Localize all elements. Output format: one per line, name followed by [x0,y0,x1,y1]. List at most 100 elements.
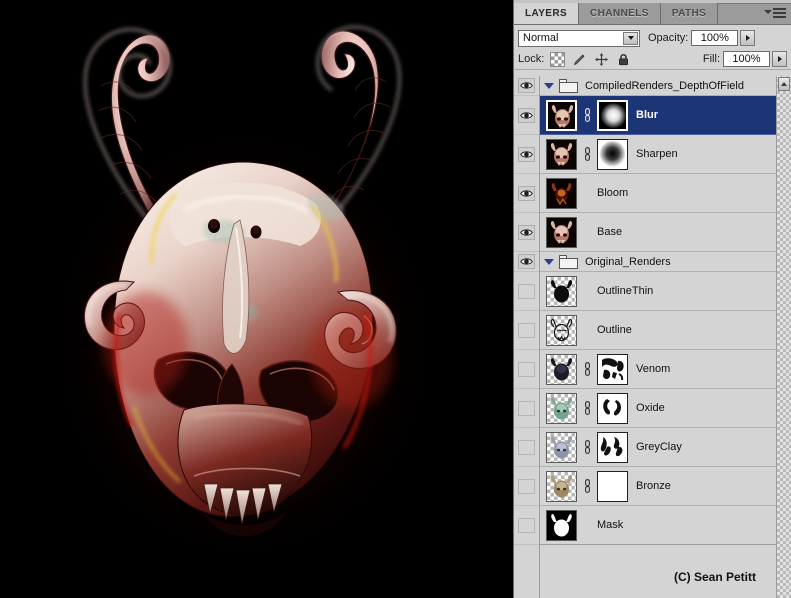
layer-row[interactable]: Venom [540,350,776,389]
layer-thumbnail[interactable] [546,431,577,463]
opacity-value: 100% [700,32,729,44]
layer-thumbnail[interactable] [546,314,577,346]
folder-icon [559,78,578,93]
tab-paths[interactable]: PATHS [660,3,719,24]
layer-list-area: CompiledRenders_DepthOfField Blur Sharpe… [514,76,791,598]
triangle-down-icon[interactable] [544,82,554,89]
layer-row[interactable]: Blur [540,96,776,135]
visibility-toggle[interactable] [514,428,539,467]
layer-group-row[interactable]: Original_Renders [540,252,776,272]
eye-icon-hidden [518,283,535,299]
visibility-toggle[interactable] [514,272,539,311]
fill-input[interactable]: 100% [723,51,770,67]
layer-thumbnail[interactable] [546,470,577,502]
visibility-toggle[interactable] [514,467,539,506]
eye-icon [518,107,535,123]
layer-row[interactable]: Base [540,213,776,252]
divider [540,544,776,545]
layer-mask-thumbnail[interactable] [597,353,628,385]
chain-link-icon[interactable] [582,478,593,494]
layer-mask-thumbnail[interactable] [597,392,628,424]
visibility-toggle[interactable] [514,174,539,213]
tab-layers[interactable]: LAYERS [514,3,580,24]
visibility-toggle[interactable] [514,135,539,174]
blend-mode-row: Normal Opacity: 100% [514,25,791,49]
blend-mode-select[interactable]: Normal [518,29,640,47]
layers-scrollbar[interactable] [776,76,791,598]
opacity-stepper-button[interactable] [740,30,756,46]
layer-name: Bronze [636,480,671,492]
eye-icon-hidden [518,400,535,416]
layers-panel: LAYERS CHANNELS PATHS Normal Opacity: 10… [513,0,791,598]
layer-thumbnail[interactable] [546,392,577,424]
layer-thumbnail[interactable] [546,509,577,541]
visibility-toggle[interactable] [514,252,539,272]
layer-thumbnail[interactable] [546,138,577,170]
layer-name: Bloom [597,187,629,199]
eye-icon [518,224,535,240]
panel-menu-icon[interactable] [764,6,786,20]
layer-mask-thumbnail[interactable] [597,138,628,170]
layer-row[interactable]: Outline [540,311,776,350]
visibility-toggle[interactable] [514,76,539,96]
visibility-toggle[interactable] [514,506,539,545]
folder-icon [559,254,578,269]
layer-group-row[interactable]: CompiledRenders_DepthOfField [540,76,776,96]
layer-thumbnail[interactable] [546,216,577,248]
visibility-toggle[interactable] [514,213,539,252]
layer-row[interactable]: Bloom [540,174,776,213]
layer-row[interactable]: Oxide [540,389,776,428]
layer-name: Outline [597,324,632,336]
layer-row[interactable]: Sharpen [540,135,776,174]
fill-label: Fill: [702,53,720,65]
layer-row[interactable]: OutlineThin [540,272,776,311]
layer-thumbnail[interactable] [546,275,577,307]
panel-tab-strip: LAYERS CHANNELS PATHS [514,0,791,25]
chain-link-icon[interactable] [582,146,593,162]
visibility-toggle[interactable] [514,96,539,135]
layer-name: Mask [597,519,624,531]
blend-mode-value: Normal [523,32,559,44]
layer-mask-thumbnail[interactable] [597,470,628,502]
opacity-input[interactable]: 100% [691,30,739,46]
layer-thumbnail[interactable] [546,99,577,131]
layer-row[interactable]: GreyClay [540,428,776,467]
layer-mask-thumbnail[interactable] [597,99,628,131]
chevron-down-icon[interactable] [623,31,638,45]
layer-thumbnail[interactable] [546,353,577,385]
chain-link-icon[interactable] [582,361,593,377]
image-canvas[interactable] [0,0,513,598]
chain-link-icon[interactable] [582,400,593,416]
fill-value: 100% [732,53,761,65]
eye-icon [518,185,535,201]
layer-group-name: CompiledRenders_DepthOfField [585,79,744,92]
layer-row[interactable]: Bronze [540,467,776,506]
layer-mask-thumbnail[interactable] [597,431,628,463]
lock-transparent-pixels-icon[interactable] [550,51,566,67]
lock-image-pixels-icon[interactable] [572,52,587,67]
layer-name: GreyClay [636,441,682,453]
tab-channels[interactable]: CHANNELS [579,3,661,24]
layer-group-name: Original_Renders [585,255,671,268]
lock-label: Lock: [518,53,545,65]
lock-position-icon[interactable] [594,52,609,67]
hamburger-icon [773,8,786,20]
visibility-toggle[interactable] [514,311,539,350]
photoshop-window: LAYERS CHANNELS PATHS Normal Opacity: 10… [0,0,791,598]
visibility-column [514,76,540,598]
chain-link-icon[interactable] [582,107,593,123]
layer-name: Base [597,226,623,238]
chain-link-icon[interactable] [582,439,593,455]
visibility-toggle[interactable] [514,350,539,389]
layer-list-footer: (C) Sean Petitt [540,544,776,598]
layer-row[interactable]: Mask [540,506,776,545]
visibility-toggle[interactable] [514,389,539,428]
layer-thumbnail[interactable] [546,177,577,209]
eye-icon [518,254,535,269]
eye-icon-hidden [518,361,535,377]
triangle-down-icon[interactable] [544,258,554,265]
lock-all-icon[interactable] [616,52,631,67]
fill-stepper-button[interactable] [772,51,787,67]
eye-icon-hidden [518,322,535,338]
scroll-up-arrow-icon[interactable] [778,77,790,91]
